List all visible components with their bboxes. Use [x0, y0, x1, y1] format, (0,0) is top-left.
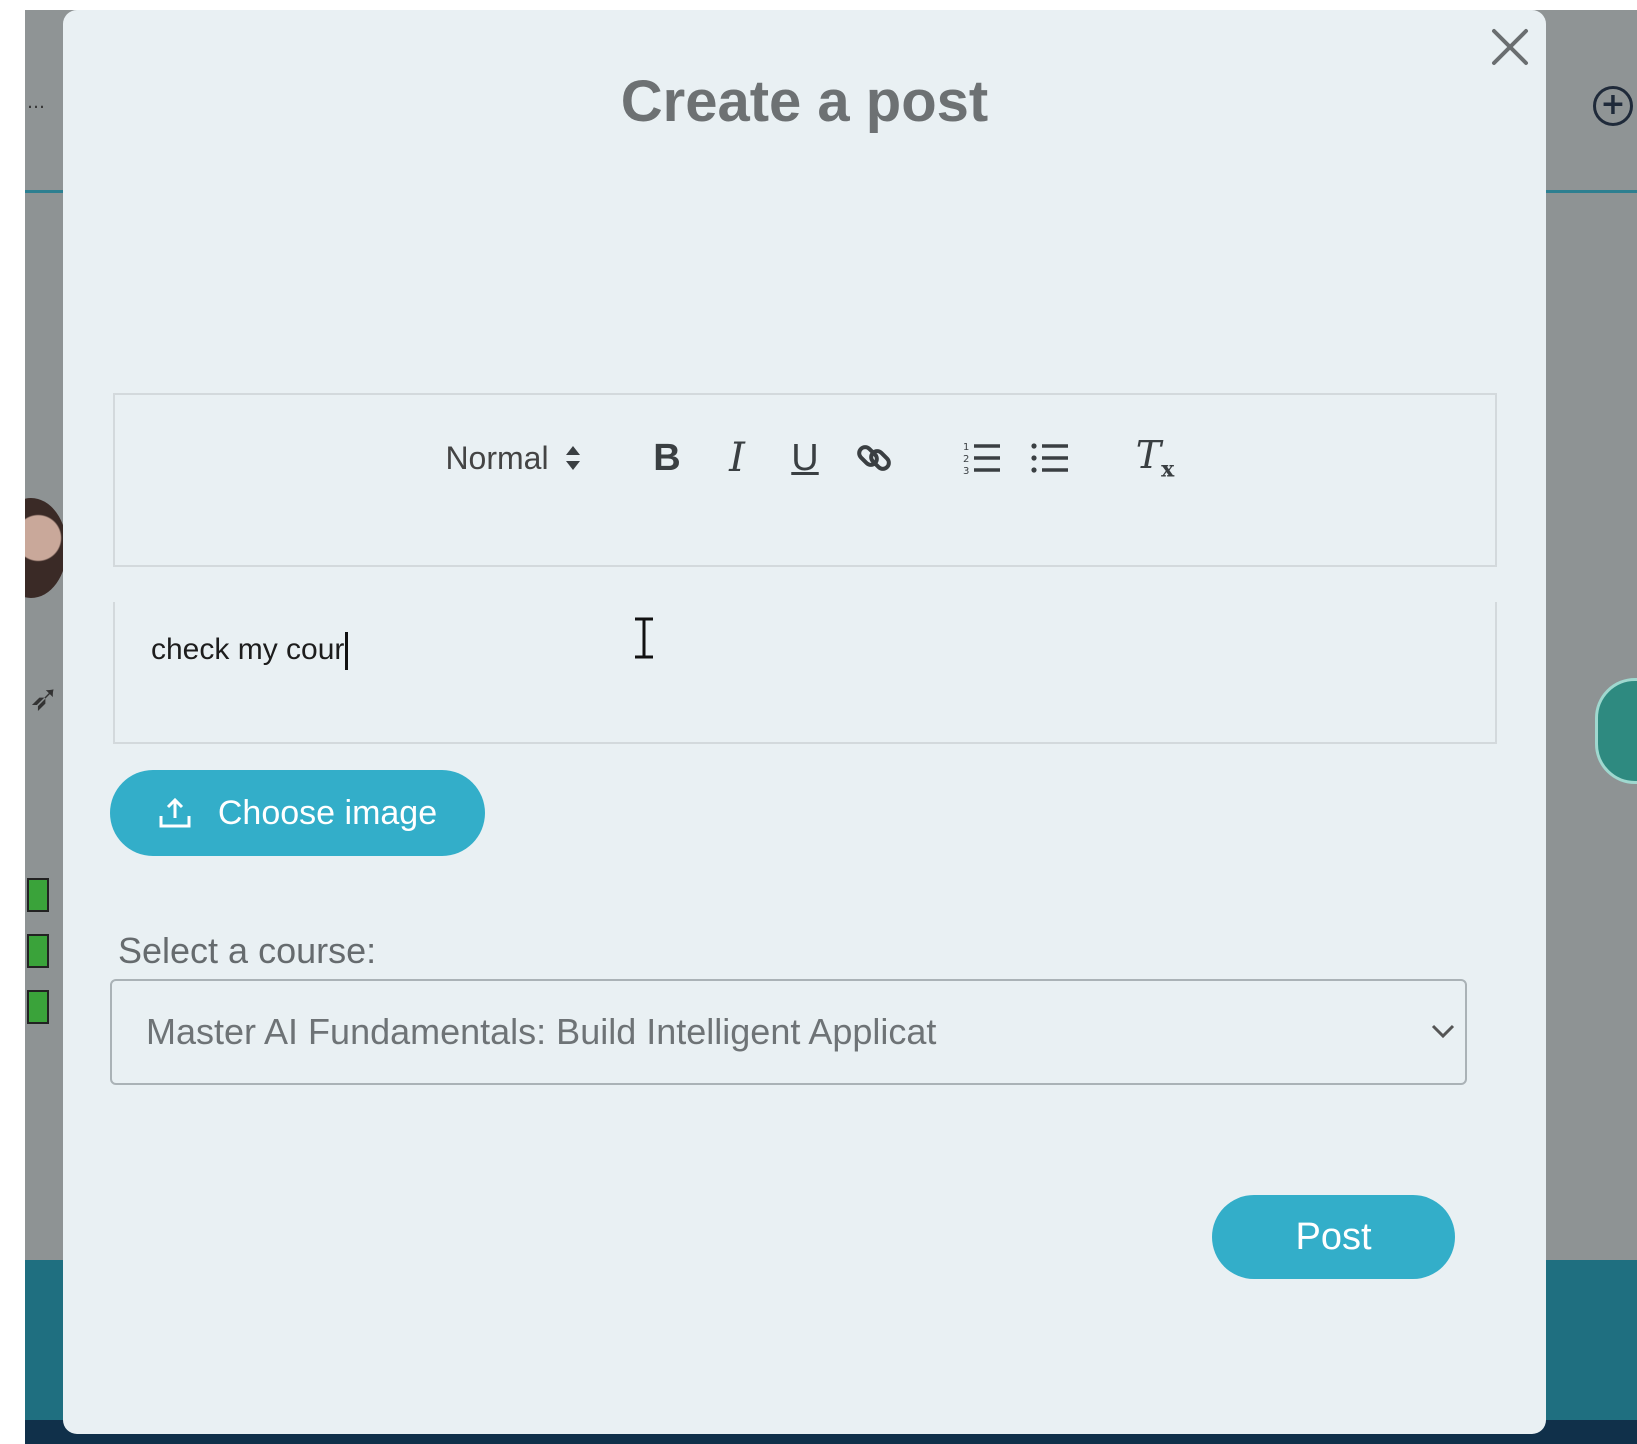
clear-format-sub: x — [1161, 456, 1175, 483]
course-select[interactable]: Master AI Fundamentals: Build Intelligen… — [110, 979, 1467, 1085]
upload-icon — [159, 797, 191, 828]
link-button[interactable] — [849, 435, 899, 481]
chat-widget-icon — [1595, 678, 1637, 784]
checkbox-icon — [27, 990, 49, 1024]
ordered-list-icon: 1 2 3 — [963, 442, 1000, 477]
clear-format-icon: Tx — [1136, 433, 1174, 483]
chevron-down-icon — [1431, 1024, 1455, 1039]
choose-image-label: Choose image — [217, 793, 438, 832]
header-format-select[interactable]: Normal — [433, 435, 593, 481]
link-icon — [857, 445, 891, 471]
post-editor[interactable]: check my cour — [113, 602, 1497, 744]
checkbox-icon — [27, 934, 49, 968]
ibeam-cursor-icon — [635, 617, 653, 659]
svg-text:1: 1 — [963, 442, 969, 453]
clear-format-letter: T — [1135, 433, 1162, 478]
add-circle-icon: + — [1593, 86, 1633, 126]
close-icon — [1492, 29, 1528, 65]
course-selected-value: Master AI Fundamentals: Build Intelligen… — [146, 1011, 937, 1052]
bold-button[interactable]: B — [645, 435, 689, 481]
italic-button[interactable]: I — [715, 435, 759, 481]
editor-text: check my cour — [151, 632, 345, 666]
rocket-icon: ➶ — [29, 678, 60, 719]
close-button[interactable] — [1489, 26, 1531, 68]
svg-text:3: 3 — [963, 466, 969, 477]
editor-toolbar: Normal B I U 1 2 3 Tx — [113, 393, 1497, 567]
ordered-list-button[interactable]: 1 2 3 — [957, 435, 1007, 481]
checkbox-icon — [27, 878, 49, 912]
underline-icon: U — [791, 436, 819, 479]
clear-format-button[interactable]: Tx — [1127, 433, 1183, 483]
svg-text:2: 2 — [963, 454, 969, 465]
choose-image-button[interactable]: Choose image — [110, 770, 485, 856]
underline-button[interactable]: U — [783, 435, 827, 481]
header-format-label: Normal — [445, 439, 549, 476]
text-caret — [345, 632, 349, 670]
course-select-label: Select a course: — [118, 930, 377, 971]
bold-icon: B — [653, 436, 681, 479]
background-ellipsis: … — [27, 92, 45, 113]
italic-icon: I — [729, 435, 745, 481]
editor-content[interactable]: check my cour — [151, 632, 349, 670]
modal-title: Create a post — [620, 69, 989, 134]
sort-arrows-icon — [565, 445, 581, 471]
post-button[interactable]: Post — [1212, 1195, 1455, 1279]
avatar — [25, 498, 67, 598]
bullet-list-button[interactable] — [1025, 435, 1075, 481]
bullet-list-icon — [1031, 443, 1068, 473]
